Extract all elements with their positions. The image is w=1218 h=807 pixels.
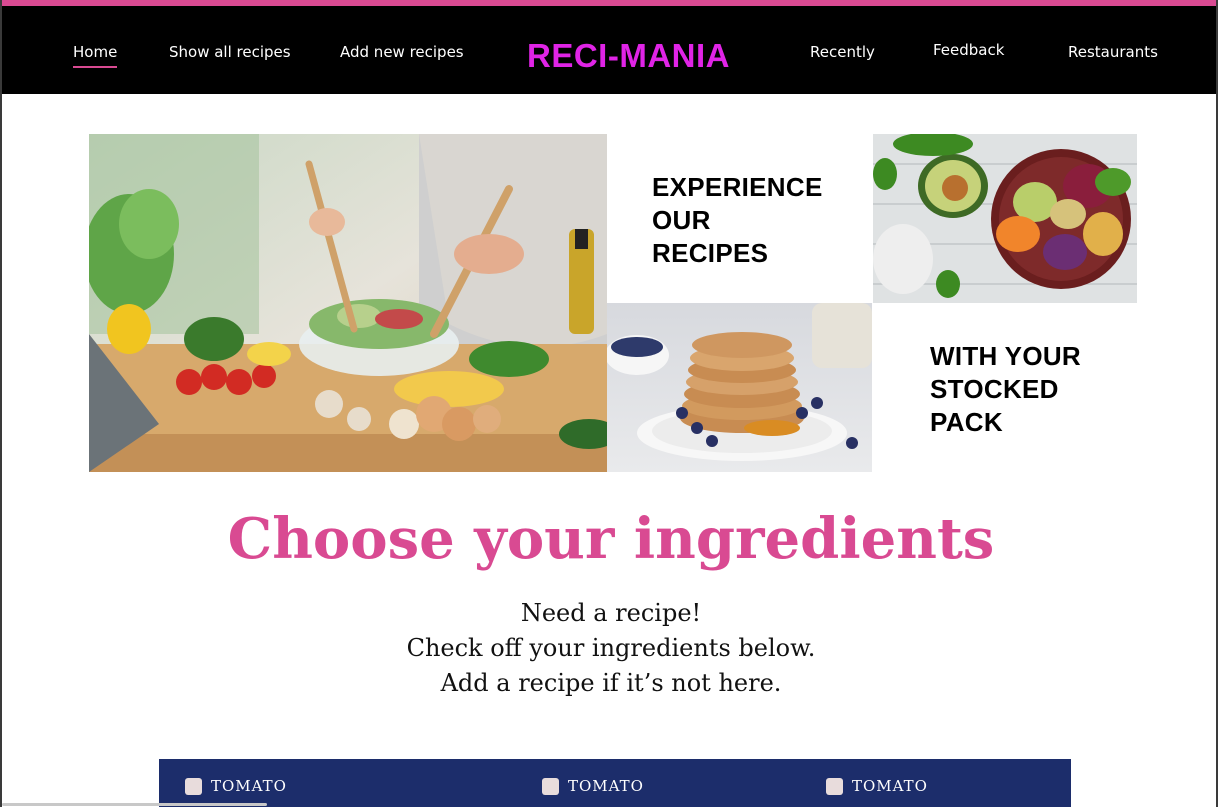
nav-home[interactable]: Home bbox=[73, 43, 118, 68]
page-frame: Home Show all recipes Add new recipes RE… bbox=[0, 0, 1218, 807]
section-title: Choose your ingredients bbox=[227, 506, 995, 572]
intro-text: Need a recipe! Check off your ingredient… bbox=[2, 596, 1216, 701]
ingredient-option[interactable]: TOMATO bbox=[185, 777, 287, 795]
ingredient-checkbox[interactable] bbox=[826, 777, 843, 795]
hero-tagline-line: STOCKED bbox=[930, 374, 1059, 404]
horizontal-scrollbar[interactable] bbox=[2, 803, 267, 806]
brand-logo[interactable]: RECI-MANIA bbox=[527, 37, 730, 75]
ingredient-label: TOMATO bbox=[211, 777, 287, 795]
pancake-stack-photo bbox=[607, 303, 872, 472]
nav-recently[interactable]: Recently bbox=[810, 43, 875, 61]
ingredient-label: TOMATO bbox=[852, 777, 928, 795]
hero-tagline-secondary: WITH YOUR STOCKED PACK bbox=[930, 340, 1081, 439]
salad-preparation-photo bbox=[89, 134, 607, 472]
hero-tagline-line: EXPERIENCE bbox=[652, 172, 823, 202]
ingredient-label: TOMATO bbox=[568, 777, 644, 795]
hero-tagline-line: PACK bbox=[930, 407, 1003, 437]
ingredients-panel: TOMATO TOMATO TOMATO bbox=[159, 759, 1071, 807]
intro-line: Check off your ingredients below. bbox=[406, 634, 816, 662]
ingredient-checkbox[interactable] bbox=[542, 777, 559, 795]
ingredient-option[interactable]: TOMATO bbox=[542, 777, 644, 795]
hero-tagline-line: OUR bbox=[652, 205, 711, 235]
vegetable-bowl-photo bbox=[873, 134, 1137, 303]
nav-restaurants[interactable]: Restaurants bbox=[1068, 43, 1158, 61]
nav-feedback[interactable]: Feedback bbox=[933, 41, 1004, 59]
intro-line: Need a recipe! bbox=[520, 599, 702, 627]
hero-tagline-line: RECIPES bbox=[652, 238, 769, 268]
ingredient-option[interactable]: TOMATO bbox=[826, 777, 928, 795]
nav-add-new-recipes[interactable]: Add new recipes bbox=[340, 43, 464, 61]
navbar: Home Show all recipes Add new recipes RE… bbox=[2, 6, 1216, 94]
nav-show-all-recipes[interactable]: Show all recipes bbox=[169, 43, 291, 61]
intro-line: Add a recipe if it’s not here. bbox=[440, 669, 782, 697]
hero-tagline-line: WITH YOUR bbox=[930, 341, 1081, 371]
hero-tagline-primary: EXPERIENCE OUR RECIPES bbox=[652, 171, 823, 270]
ingredient-checkbox[interactable] bbox=[185, 777, 202, 795]
